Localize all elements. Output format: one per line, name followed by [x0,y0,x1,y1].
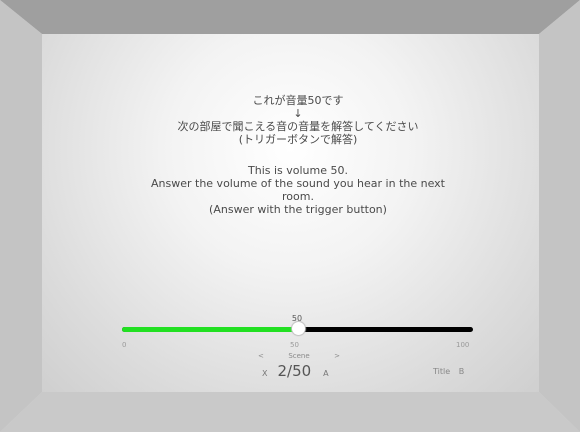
slider-max-label: 100 [456,341,470,349]
b-button-hint[interactable]: B [459,367,465,376]
progress-counter-row: X 2/50 A [262,362,329,380]
down-arrow: ↓ [293,107,303,120]
instruction-japanese: これが音量50です ↓ 次の部屋で聞こえる音の音量を解答してください (トリガー… [120,94,476,146]
volume-slider-fill [122,327,298,332]
instruction-jp-line2: 次の部屋で聞こえる音の音量を解答してください [177,120,419,133]
instruction-jp-line1: これが音量50です [252,94,344,107]
slider-mid-label: 50 [290,341,299,349]
scene-navigation: < Scene > [258,352,340,360]
scene-next-button[interactable]: > [334,352,340,360]
instruction-jp-line3: (トリガーボタンで解答) [238,133,358,146]
instruction-en-line1: This is volume 50. [248,164,348,177]
scene-prev-button[interactable]: < [258,352,264,360]
scene-label: Scene [288,352,310,360]
volume-slider-thumb[interactable] [291,322,305,335]
slider-min-label: 0 [122,341,127,349]
trial-counter: 2/50 [277,362,312,380]
left-wall [0,0,42,432]
title-label: Title [433,367,451,376]
x-button-hint[interactable]: X [262,369,267,378]
right-wall [539,0,580,432]
ceiling [0,0,580,34]
a-button-hint[interactable]: A [323,369,328,378]
instruction-en-line2: Answer the volume of the sound you hear … [151,177,445,190]
floor [0,392,580,432]
instruction-en-line3: room. [282,190,314,203]
title-button-hint[interactable]: Title B [433,367,464,376]
instruction-en-line4: (Answer with the trigger button) [209,203,387,216]
instruction-english: This is volume 50. Answer the volume of … [120,164,476,216]
